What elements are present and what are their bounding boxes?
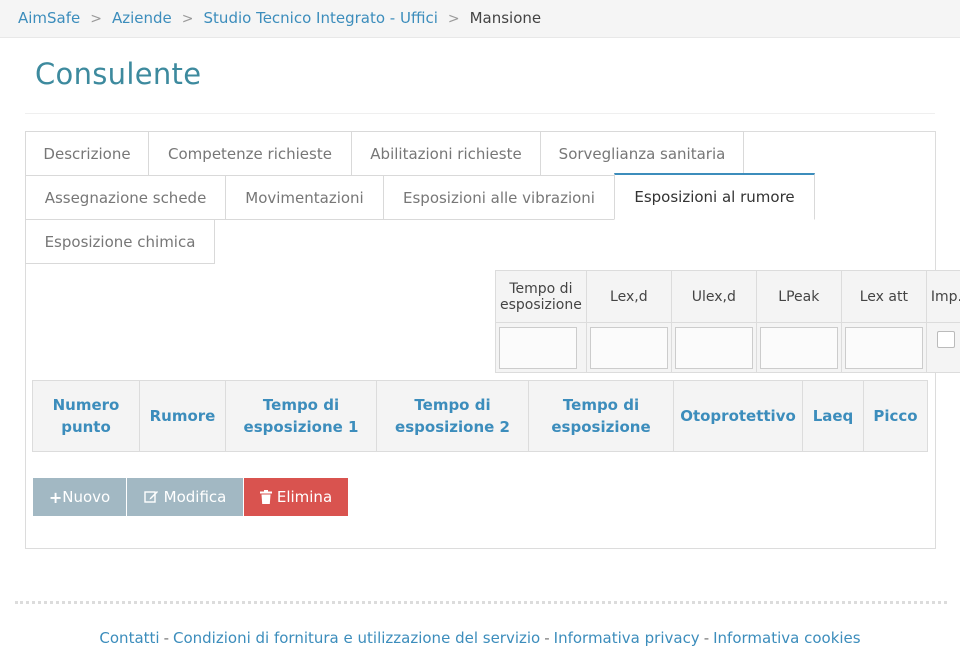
breadcrumb-aimsafe[interactable]: AimSafe [18, 11, 80, 26]
table-header-row: Numero punto Rumore Tempo di esposizione… [32, 380, 928, 452]
trash-icon [259, 490, 272, 504]
column-header-lex-att: Lex att [840, 270, 927, 323]
footer-link-condizioni[interactable]: Condizioni di fornitura e utilizzazione … [173, 629, 540, 647]
lpeak-input[interactable] [759, 326, 838, 369]
plus-icon: + [48, 487, 63, 507]
edit-icon [143, 491, 158, 503]
column-header-picco[interactable]: Picco [863, 380, 928, 452]
table-cell [840, 322, 927, 373]
edit-button[interactable]: Modifica [127, 478, 243, 516]
breadcrumb-aziende[interactable]: Aziende [112, 11, 172, 26]
column-header-tempo-esposizione-1[interactable]: Tempo di esposizione 1 [225, 380, 377, 452]
table-cell [585, 322, 672, 373]
column-header-ulexd: Ulex,d [670, 270, 757, 323]
breadcrumb-company[interactable]: Studio Tecnico Integrato - Uffici [204, 11, 438, 26]
tab-esposizioni-rumore[interactable]: Esposizioni al rumore [614, 173, 815, 220]
exposure-summary-table: Tempo di esposizione Lex,d Ulex,d LPeak … [495, 270, 960, 373]
tab-esposizioni-vibrazioni[interactable]: Esposizioni alle vibrazioni [383, 175, 615, 220]
table-header-row: Tempo di esposizione Lex,d Ulex,d LPeak … [495, 270, 960, 323]
breadcrumb: AimSafe > Aziende > Studio Tecnico Integ… [0, 0, 960, 38]
column-header-rumore[interactable]: Rumore [139, 380, 226, 452]
tempo-esposizione-input[interactable] [499, 326, 577, 369]
delete-button[interactable]: Elimina [244, 478, 348, 516]
table-cell [925, 322, 960, 373]
new-button[interactable]: + Nuovo [33, 478, 126, 516]
column-header-tempo-esposizione-2[interactable]: Tempo di esposizione 2 [376, 380, 529, 452]
column-header-otoprotettivo[interactable]: Otoprotettivo [673, 380, 803, 452]
chevron-right-icon: > [447, 10, 460, 27]
footer-link-contatti[interactable]: Contatti [99, 629, 159, 647]
page-title: Consulente [35, 57, 202, 91]
table-cell [495, 322, 587, 373]
chevron-right-icon: > [90, 10, 102, 27]
footer-link-privacy[interactable]: Informativa privacy [554, 629, 700, 647]
column-header-tempo-esposizione: Tempo di esposizione [495, 270, 587, 323]
footer-separator: - [163, 629, 169, 647]
tab-sorveglianza-sanitaria[interactable]: Sorveglianza sanitaria [540, 131, 744, 176]
column-header-tempo-esposizione[interactable]: Tempo di esposizione [528, 380, 674, 452]
footer-link-cookies[interactable]: Informativa cookies [713, 629, 860, 647]
tab-descrizione[interactable]: Descrizione [25, 131, 149, 176]
tab-esposizione-chimica[interactable]: Esposizione chimica [25, 219, 215, 264]
table-cell [670, 322, 757, 373]
footer: Contatti - Condizioni di fornitura e utili… [0, 629, 960, 647]
tab-abilitazioni-richieste[interactable]: Abilitazioni richieste [351, 131, 541, 176]
footer-separator: - [544, 629, 550, 647]
tab-movimentazioni[interactable]: Movimentazioni [225, 175, 384, 220]
column-header-laeq[interactable]: Laeq [802, 380, 864, 452]
breadcrumb-current: Mansione [469, 9, 542, 27]
title-divider [25, 113, 935, 114]
column-header-lpeak: LPeak [755, 270, 842, 323]
table-row [495, 322, 960, 373]
new-button-label: Nuovo [62, 488, 111, 506]
noise-points-table: Numero punto Rumore Tempo di esposizione… [32, 380, 928, 452]
ulexd-input[interactable] [674, 326, 753, 369]
footer-divider [15, 601, 947, 604]
column-header-lexd: Lex,d [585, 270, 672, 323]
lexd-input[interactable] [589, 326, 668, 369]
imp-checkbox[interactable] [937, 331, 956, 348]
chevron-right-icon: > [181, 10, 194, 27]
tab-assegnazione-schede[interactable]: Assegnazione schede [25, 175, 226, 220]
table-cell [755, 322, 842, 373]
lex-att-input[interactable] [844, 326, 923, 369]
tab-competenze-richieste[interactable]: Competenze richieste [148, 131, 352, 176]
edit-button-label: Modifica [163, 488, 227, 506]
delete-button-label: Elimina [276, 488, 333, 506]
footer-separator: - [703, 629, 710, 647]
column-header-numero-punto[interactable]: Numero punto [32, 380, 140, 452]
column-header-imp: Imp. [925, 270, 960, 323]
